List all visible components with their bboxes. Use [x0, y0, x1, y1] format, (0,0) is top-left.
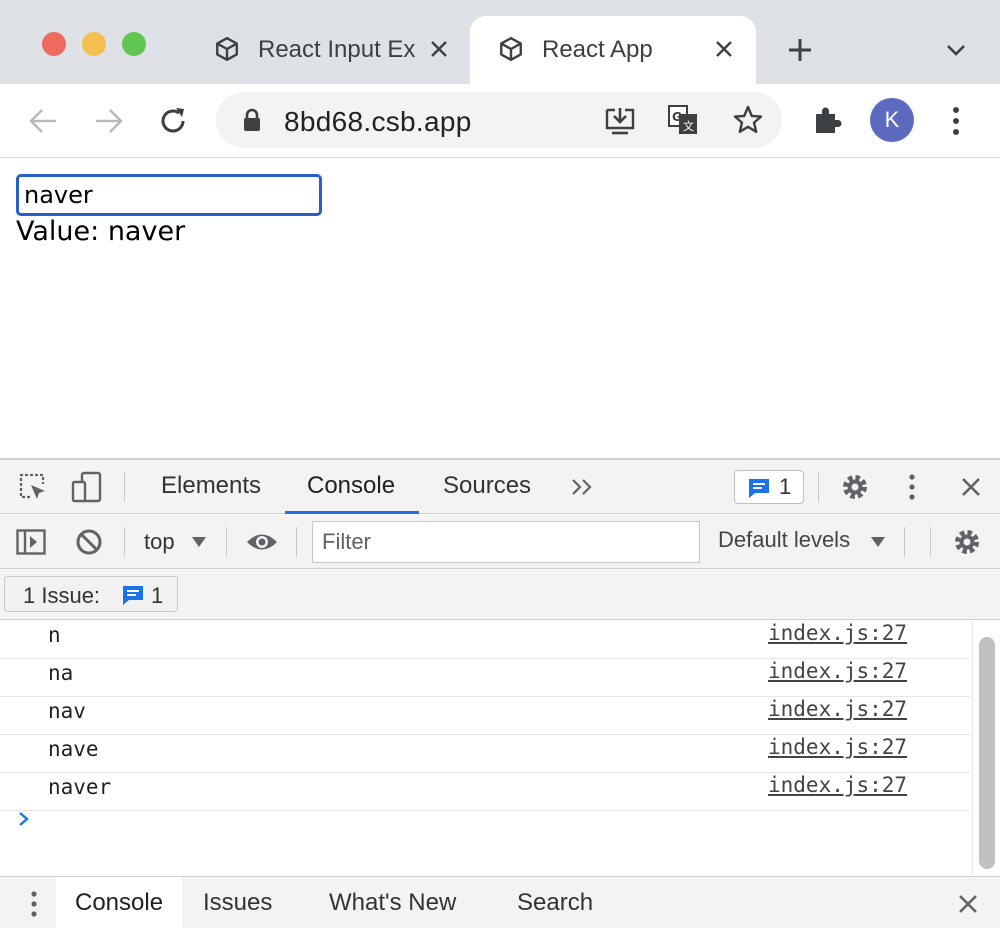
tab-strip: React Input Ex React App [0, 0, 1000, 84]
console-message: nav index.js:27 [0, 697, 970, 735]
log-levels-dropdown[interactable]: Default levels [718, 527, 850, 553]
eye-icon[interactable] [245, 529, 279, 555]
issues-chip[interactable]: 1 Issue: 1 [4, 576, 178, 612]
console-message-text: nav [48, 699, 86, 723]
devtools-panel: Elements Console Sources 1 top Filter De… [0, 458, 1000, 928]
url-text[interactable]: 8bd68.csb.app [284, 106, 472, 138]
separator [226, 527, 227, 557]
more-icon[interactable] [906, 472, 918, 502]
separator [904, 527, 905, 557]
separator [124, 527, 125, 557]
omnibox[interactable]: 8bd68.csb.app G文 [216, 92, 782, 148]
scrollbar-thumb[interactable] [979, 637, 995, 869]
browser-toolbar: 8bd68.csb.app G文 K [0, 84, 1000, 158]
value-display: Value: naver [16, 216, 186, 247]
tab-console[interactable]: Console [307, 472, 395, 500]
gear-icon[interactable] [840, 472, 870, 502]
device-icon[interactable] [70, 470, 104, 504]
more-icon[interactable] [28, 889, 40, 919]
more-icon[interactable] [950, 106, 962, 136]
avatar[interactable]: K [870, 98, 914, 142]
separator [930, 527, 931, 557]
tab-title: React Input Ex [258, 36, 416, 63]
separator [296, 527, 297, 557]
chat-icon [121, 584, 145, 606]
console-message-text: naver [48, 775, 112, 799]
drawer-tab-search[interactable]: Search [517, 889, 593, 917]
issues-badge[interactable]: 1 [734, 470, 804, 504]
source-link[interactable]: index.js:27 [768, 621, 907, 645]
devtools-tab-bar: Elements Console Sources 1 [0, 460, 1000, 514]
inspect-icon[interactable] [18, 472, 48, 502]
close-icon[interactable] [428, 38, 450, 60]
active-tab-indicator [285, 511, 419, 514]
source-link[interactable]: index.js:27 [768, 735, 907, 759]
codesandbox-icon [498, 36, 524, 62]
drawer-tab-console[interactable]: Console [75, 889, 163, 917]
filter-input[interactable] [312, 521, 700, 563]
sidebar-icon[interactable] [16, 529, 46, 555]
separator [124, 472, 125, 502]
star-icon[interactable] [732, 104, 764, 136]
extensions-icon[interactable] [812, 104, 844, 136]
console-message-text: n [48, 623, 61, 647]
more-tabs-icon[interactable] [570, 477, 594, 497]
plus-icon[interactable] [786, 36, 814, 64]
console-message: naver index.js:27 [0, 773, 970, 811]
source-link[interactable]: index.js:27 [768, 697, 907, 721]
back-icon[interactable] [28, 106, 60, 136]
drawer-tab-whats-new[interactable]: What's New [329, 889, 456, 917]
separator [818, 472, 819, 502]
chat-icon [747, 477, 771, 499]
console-prompt-icon[interactable] [16, 811, 32, 827]
console-message: na index.js:27 [0, 659, 970, 697]
svg-text:文: 文 [683, 119, 694, 133]
reload-icon[interactable] [156, 104, 190, 138]
console-message: n index.js:27 [0, 621, 970, 659]
console-message-text: nave [48, 737, 99, 761]
window-close-button[interactable] [42, 32, 66, 56]
scrollbar[interactable] [972, 621, 1000, 875]
source-link[interactable]: index.js:27 [768, 773, 907, 797]
issues-chip-label: 1 Issue: [23, 583, 101, 608]
issues-badge-count: 1 [779, 474, 792, 499]
console-message: nave index.js:27 [0, 735, 970, 773]
clear-icon[interactable] [75, 528, 103, 556]
console-toolbar: top Default levels [0, 515, 1000, 569]
lock-icon[interactable] [242, 108, 262, 132]
svg-text:G: G [672, 110, 682, 124]
gear-icon[interactable] [952, 527, 982, 557]
context-selector[interactable]: top [144, 529, 175, 555]
caret-down-icon[interactable] [191, 536, 207, 548]
codesandbox-icon [214, 36, 240, 62]
install-icon[interactable] [604, 106, 636, 136]
chevron-down-icon[interactable] [944, 40, 968, 60]
window-minimize-button[interactable] [82, 32, 106, 56]
forward-icon[interactable] [92, 106, 124, 136]
text-input[interactable] [16, 174, 322, 216]
source-link[interactable]: index.js:27 [768, 659, 907, 683]
tab-react-input[interactable]: React Input Ex [196, 16, 464, 84]
console-output: n index.js:27 na index.js:27 nav index.j… [0, 621, 972, 875]
tab-title: React App [542, 36, 653, 63]
tab-sources[interactable]: Sources [443, 472, 531, 500]
issues-chip-count: 1 [151, 583, 164, 608]
close-icon[interactable] [960, 476, 982, 498]
caret-down-icon[interactable] [870, 536, 886, 548]
tab-elements[interactable]: Elements [161, 472, 261, 500]
window-maximize-button[interactable] [122, 32, 146, 56]
issues-bar: 1 Issue: 1 [0, 570, 1000, 620]
drawer-tab-issues[interactable]: Issues [203, 889, 272, 917]
translate-icon[interactable]: G文 [668, 105, 698, 135]
tab-react-app[interactable]: React App [470, 16, 756, 84]
devtools-drawer: Console Issues What's New Search [0, 876, 1000, 928]
close-icon[interactable] [713, 38, 735, 60]
close-icon[interactable] [957, 893, 979, 915]
console-message-text: na [48, 661, 74, 685]
